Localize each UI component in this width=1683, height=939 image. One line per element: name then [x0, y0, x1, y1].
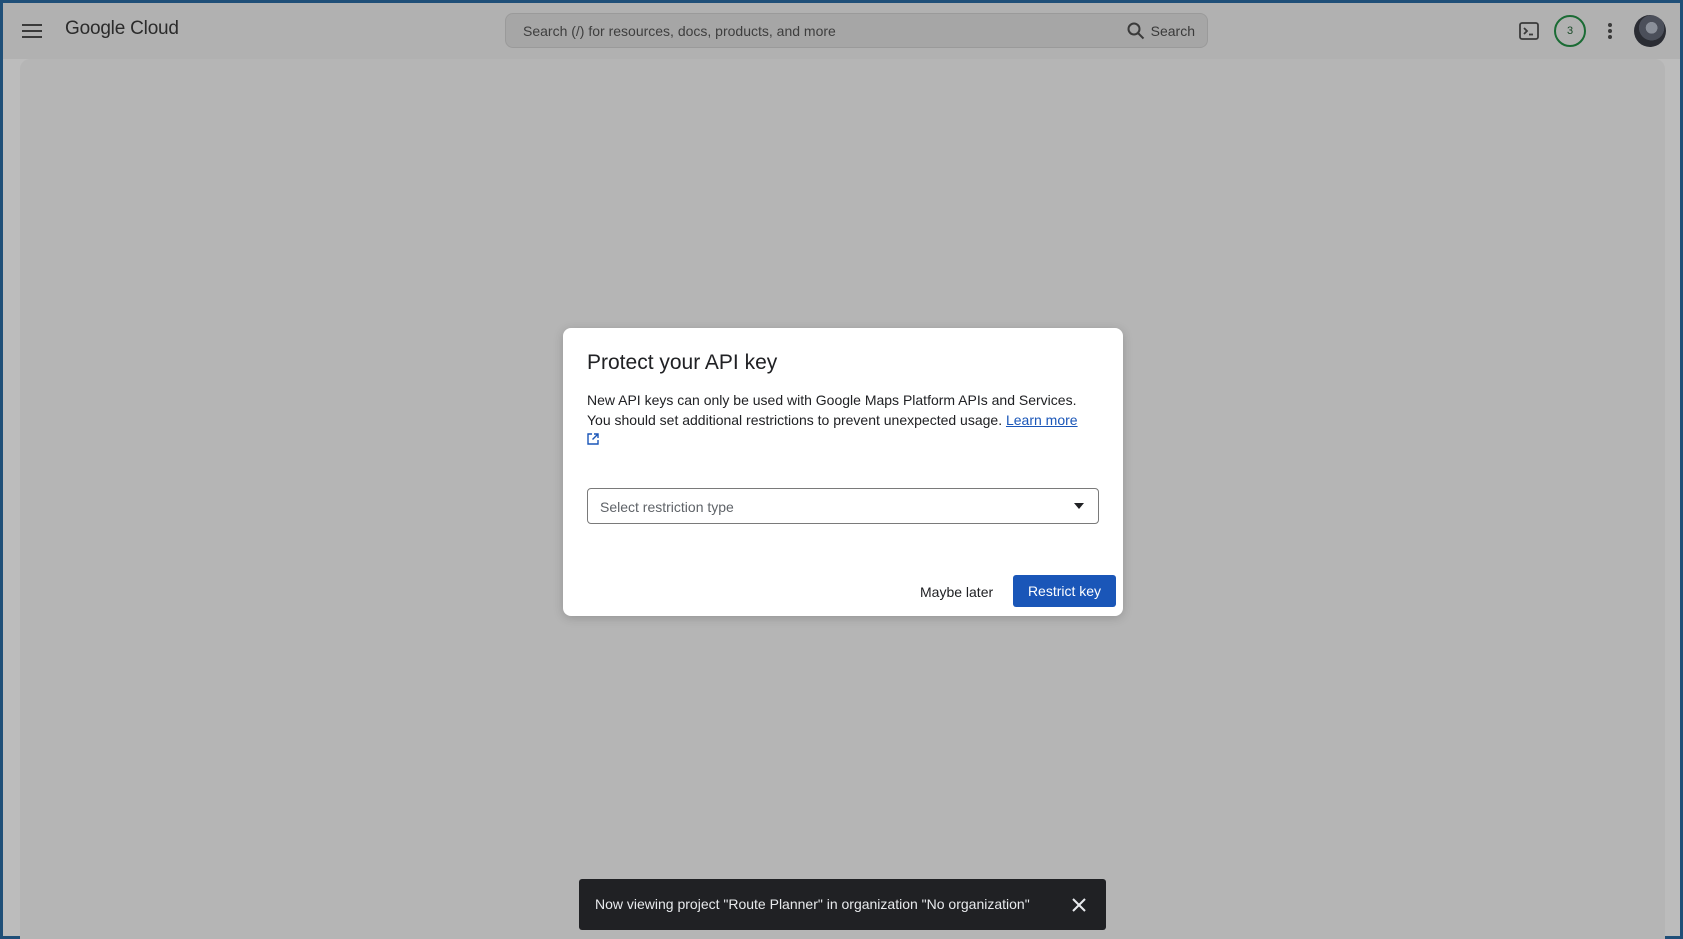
maybe-later-button[interactable]: Maybe later	[910, 576, 1003, 608]
dialog-description: New API keys can only be used with Googl…	[587, 392, 1077, 428]
snackbar: Now viewing project "Route Planner" in o…	[579, 879, 1106, 930]
browser-frame: Google Cloud Search 3	[0, 0, 1683, 939]
search-icon	[1127, 22, 1144, 40]
snackbar-message: Now viewing project "Route Planner" in o…	[595, 896, 1030, 912]
more-options-button[interactable]	[1596, 17, 1624, 45]
dialog-body: New API keys can only be used with Googl…	[587, 390, 1102, 445]
dialog-title: Protect your API key	[587, 351, 778, 374]
more-vert-icon	[1608, 23, 1612, 39]
protect-api-key-dialog: Protect your API key New API keys can on…	[563, 328, 1123, 616]
search-input[interactable]	[523, 14, 1083, 47]
search-bar[interactable]: Search	[505, 13, 1208, 48]
restriction-type-select[interactable]: Select restriction type	[587, 488, 1099, 524]
search-button-label: Search	[1150, 23, 1195, 39]
main-menu-button[interactable]	[17, 16, 47, 46]
menu-icon	[22, 24, 42, 38]
cloud-shell-button[interactable]	[1515, 17, 1543, 45]
snackbar-close-button[interactable]	[1069, 895, 1089, 915]
close-icon	[1072, 898, 1086, 912]
avatar[interactable]	[1634, 15, 1666, 47]
terminal-icon	[1519, 22, 1539, 40]
notifications-badge[interactable]: 3	[1554, 15, 1586, 47]
external-link-icon[interactable]	[587, 433, 599, 445]
restrict-key-button[interactable]: Restrict key	[1013, 575, 1116, 607]
top-bar: Google Cloud Search 3	[3, 3, 1680, 59]
google-cloud-logo[interactable]: Google Cloud	[65, 18, 179, 40]
search-button[interactable]: Search	[1127, 20, 1195, 42]
dropdown-arrow-icon	[1074, 503, 1084, 509]
select-placeholder: Select restriction type	[600, 499, 734, 515]
learn-more-link[interactable]: Learn more	[1006, 412, 1078, 428]
